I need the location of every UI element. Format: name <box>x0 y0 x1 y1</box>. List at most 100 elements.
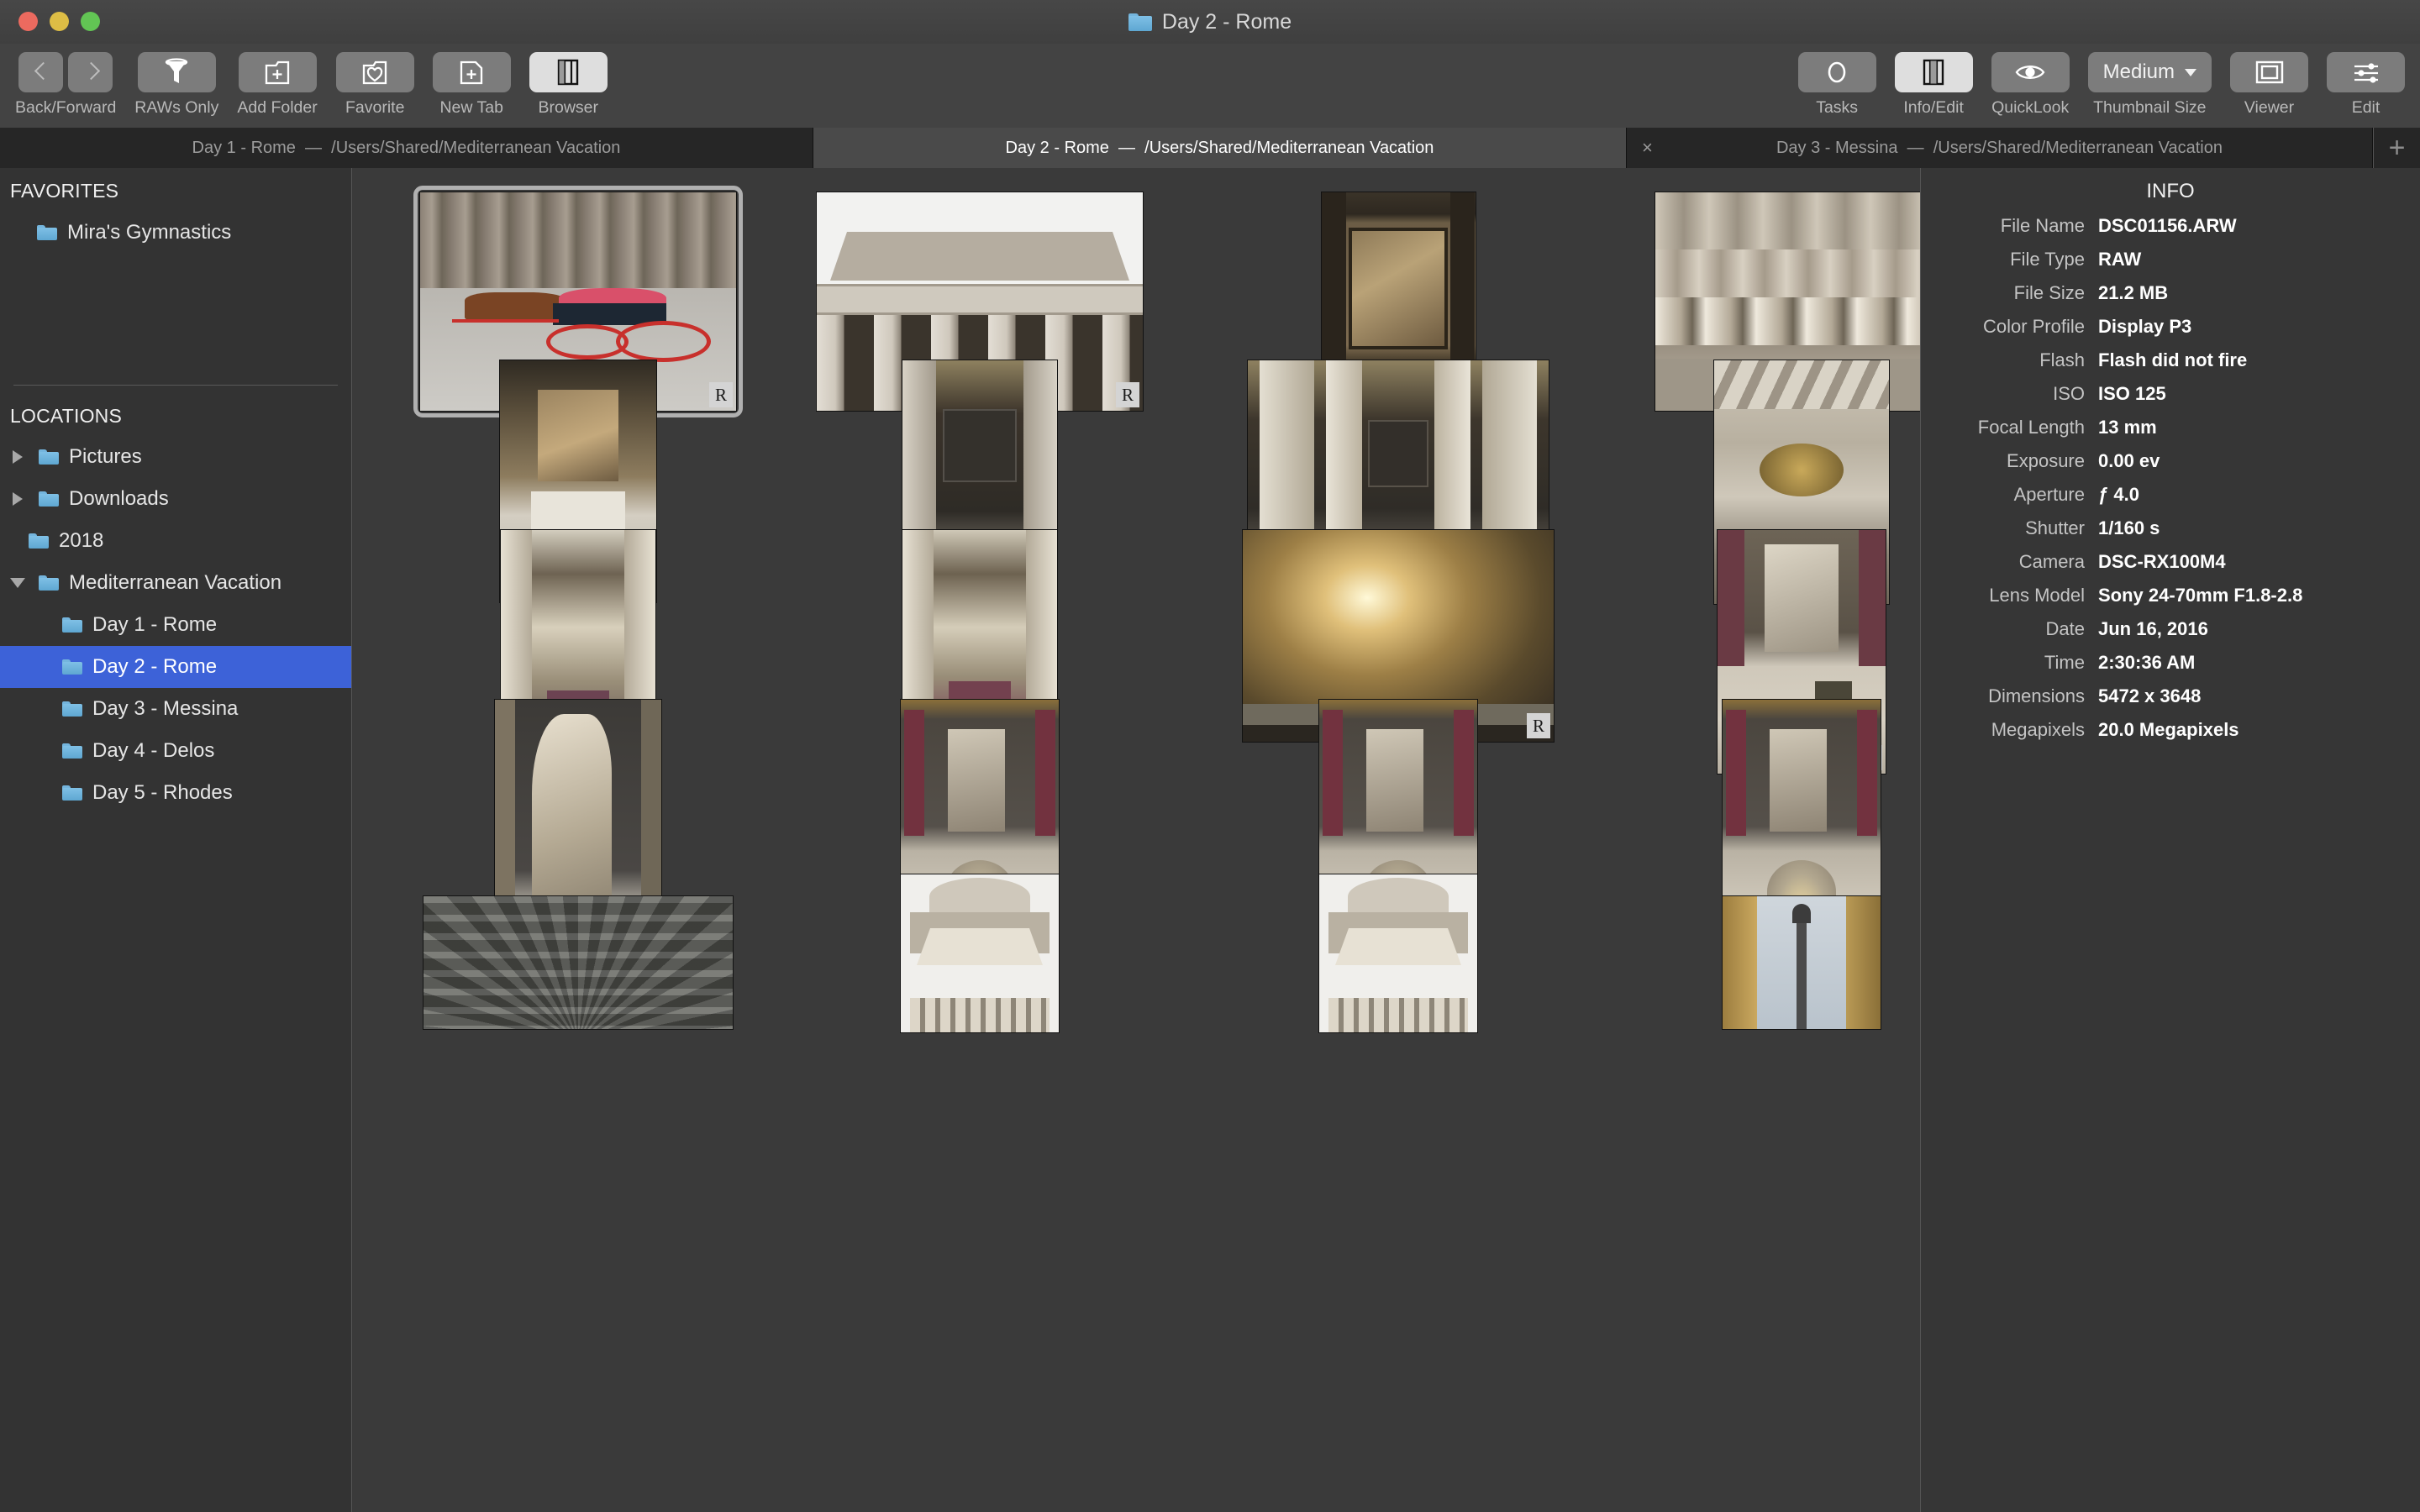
info-key: Dimensions <box>1988 685 2085 706</box>
toolbar-right-group: Tasks Info/Edit QuickLook Medium Thumbna… <box>1797 52 2405 118</box>
thumbnail-grid[interactable]: R DSC01156.ARW R DSC01157.ARW <box>352 168 1920 1512</box>
folder-icon <box>62 617 82 633</box>
tab-label: Day 1 - Rome — /Users/Shared/Mediterrane… <box>192 138 621 157</box>
toolbar-favorite[interactable]: Favorite <box>335 52 414 118</box>
back-button[interactable] <box>18 52 64 92</box>
toolbar-edit[interactable]: Edit <box>2327 52 2405 118</box>
sidebar-item-miras-gymnastics[interactable]: Mira's Gymnastics <box>0 211 351 255</box>
tab-day-1-rome[interactable]: Day 1 - Rome — /Users/Shared/Mediterrane… <box>0 128 813 168</box>
add-folder-button[interactable] <box>238 52 317 92</box>
info-key: Camera <box>2018 551 2085 572</box>
sidebar-locations-group: LOCATIONS Pictures Downloads 2018 Medite… <box>0 393 351 814</box>
tasks-circle-icon <box>1828 61 1846 83</box>
toolbar-label-thumbnail-size: Thumbnail Size <box>2093 98 2207 117</box>
sidebar-item-day-5-rhodes[interactable]: Day 5 - Rhodes <box>0 772 351 814</box>
thumbnail-image[interactable] <box>423 895 734 1030</box>
viewer-button[interactable] <box>2230 52 2308 92</box>
toolbar-label-favorite: Favorite <box>345 98 405 117</box>
sidebar-item-pictures[interactable]: Pictures <box>0 436 351 478</box>
folder-pictures-icon <box>39 449 59 465</box>
edit-button[interactable] <box>2327 52 2405 92</box>
toolbar-label-back-forward: Back/Forward <box>15 98 117 117</box>
sidebar-item-downloads[interactable]: Downloads <box>0 478 351 520</box>
sidebar-item-label: Day 3 - Messina <box>92 697 239 720</box>
tasks-button[interactable] <box>1797 52 1876 92</box>
tab-close-button[interactable]: × <box>1642 128 1653 168</box>
toolbar-label-raws-only: RAWs Only <box>134 98 219 117</box>
grid-item[interactable] <box>1663 895 1920 1030</box>
new-tab-button[interactable] <box>432 52 511 92</box>
info-value: ƒ 4.0 <box>2098 484 2139 505</box>
sidebar-item-day-2-rome[interactable]: Day 2 - Rome <box>0 646 351 688</box>
minimize-window-button[interactable] <box>50 12 69 31</box>
toolbar-thumbnail-size[interactable]: Medium Thumbnail Size <box>2087 52 2212 118</box>
disclosure-expanded-icon[interactable] <box>7 578 29 588</box>
toolbar-label-new-tab: New Tab <box>439 98 503 117</box>
close-window-button[interactable] <box>18 12 38 31</box>
toolbar-quicklook[interactable]: QuickLook <box>1991 52 2070 118</box>
thumbnail-image[interactable] <box>1722 895 1881 1030</box>
grid-item[interactable] <box>423 895 734 1030</box>
raws-only-button[interactable] <box>137 52 216 92</box>
disclosure-collapsed-icon[interactable] <box>7 492 29 506</box>
toolbar-back-forward[interactable]: Back/Forward <box>15 52 116 118</box>
info-value: Display P3 <box>2098 316 2192 337</box>
sidebar-divider <box>13 385 338 386</box>
info-row-iso: ISO ISO 125 <box>1921 383 2420 405</box>
info-key: Megapixels <box>1991 719 2085 740</box>
toolbar-new-tab[interactable]: New Tab <box>432 52 511 118</box>
thumbnail-selection[interactable] <box>1722 895 1881 1030</box>
info-row-camera: Camera DSC-RX100M4 <box>1921 551 2420 573</box>
toolbar-info-edit[interactable]: Info/Edit <box>1894 52 1973 118</box>
new-tab-plus-button[interactable]: + <box>2373 128 2420 168</box>
forward-button[interactable] <box>68 52 113 92</box>
info-value: 20.0 Megapixels <box>2098 719 2239 740</box>
toolbar-add-folder[interactable]: Add Folder <box>237 52 318 118</box>
sidebar-item-mediterranean-vacation[interactable]: Mediterranean Vacation <box>0 562 351 604</box>
info-key: Aperture <box>2013 484 2085 505</box>
toolbar-tasks[interactable]: Tasks <box>1797 52 1876 118</box>
tab-day-2-rome[interactable]: Day 2 - Rome — /Users/Shared/Mediterrane… <box>813 128 1627 168</box>
toolbar-browser[interactable]: Browser <box>529 52 608 118</box>
window-title: Day 2 - Rome <box>1161 9 1292 34</box>
browser-button[interactable] <box>529 52 608 92</box>
traffic-lights[interactable] <box>18 12 100 31</box>
viewer-frame-icon <box>2255 60 2283 84</box>
sidebar-item-day-1-rome[interactable]: Day 1 - Rome <box>0 604 351 646</box>
sidebar-item-day-3-messina[interactable]: Day 3 - Messina <box>0 688 351 730</box>
tab-label: Day 3 - Messina — /Users/Shared/Mediterr… <box>1776 138 2223 157</box>
toolbar-viewer[interactable]: Viewer <box>2230 52 2308 118</box>
toolbar-raws-only[interactable]: RAWs Only <box>134 52 218 118</box>
folder-icon <box>1128 13 1152 31</box>
thumbnail-selection[interactable] <box>1318 874 1478 1033</box>
tab-day-3-messina[interactable]: × Day 3 - Messina — /Users/Shared/Medite… <box>1627 128 2373 168</box>
info-row-file-name: File Name DSC01156.ARW <box>1921 215 2420 237</box>
thumbnail-image[interactable] <box>900 874 1060 1033</box>
sidebar-section-favorites: FAVORITES <box>10 180 119 202</box>
quicklook-button[interactable] <box>1991 52 2070 92</box>
sidebar-item-label: Mira's Gymnastics <box>67 221 232 244</box>
info-value: 21.2 MB <box>2098 282 2169 303</box>
thumbnail-image[interactable] <box>1318 874 1478 1033</box>
sidebar-item-day-4-delos[interactable]: Day 4 - Delos <box>0 730 351 772</box>
info-key: Date <box>2045 618 2085 639</box>
sidebar-item-2018[interactable]: 2018 <box>0 520 351 562</box>
grid-item[interactable] <box>1260 874 1537 1033</box>
info-row-dimensions: Dimensions 5472 x 3648 <box>1921 685 2420 707</box>
toolbar-left-group: Back/Forward RAWs Only Add Folder Favori… <box>15 52 608 118</box>
info-key: Color Profile <box>1982 316 2085 337</box>
thumbnail-selection[interactable] <box>900 874 1060 1033</box>
maximize-window-button[interactable] <box>81 12 100 31</box>
eye-icon <box>2015 66 2045 79</box>
sidebar-section-locations: LOCATIONS <box>10 405 123 427</box>
sidebar-item-label: 2018 <box>59 529 104 552</box>
tab-label: Day 2 - Rome — /Users/Shared/Mediterrane… <box>1005 138 1434 157</box>
thumbnail-selection[interactable] <box>423 895 734 1030</box>
grid-item[interactable] <box>841 874 1118 1033</box>
toolbar-label-viewer: Viewer <box>2244 98 2295 117</box>
thumbnail-size-select[interactable]: Medium <box>2087 52 2212 92</box>
info-key: File Size <box>2013 282 2085 303</box>
disclosure-collapsed-icon[interactable] <box>7 450 29 464</box>
favorite-button[interactable] <box>335 52 414 92</box>
info-edit-button[interactable] <box>1894 52 1973 92</box>
